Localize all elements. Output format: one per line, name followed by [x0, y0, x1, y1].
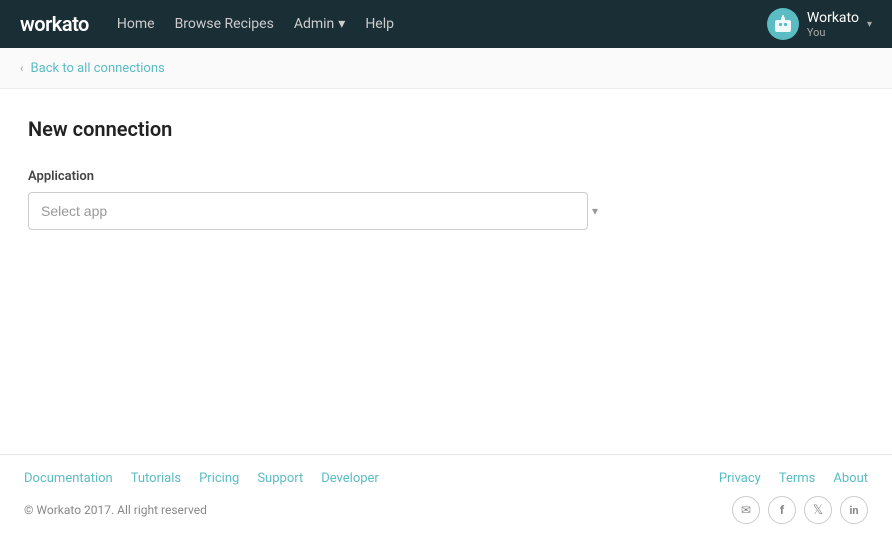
nav-home[interactable]: Home: [117, 16, 155, 32]
email-social-icon[interactable]: ✉: [732, 496, 760, 524]
application-label: Application: [28, 169, 608, 184]
social-icons: ✉ f 𝕏 in: [732, 496, 868, 524]
nav-admin[interactable]: Admin ▾: [294, 16, 345, 32]
user-avatar: [767, 8, 799, 40]
breadcrumb-arrow-icon: ‹: [20, 62, 23, 75]
footer-privacy-link[interactable]: Privacy: [719, 471, 761, 486]
nav-admin-label: Admin: [294, 16, 334, 32]
username-sub: You: [807, 26, 859, 39]
username: Workato: [807, 10, 859, 26]
app-select[interactable]: Select app: [28, 192, 588, 230]
footer-pricing-link[interactable]: Pricing: [199, 471, 239, 486]
footer: Documentation Tutorials Pricing Support …: [0, 454, 892, 540]
new-connection-form: Application Select app ▾: [28, 169, 608, 230]
footer-tutorials-link[interactable]: Tutorials: [131, 471, 181, 486]
nav-help[interactable]: Help: [365, 16, 394, 32]
footer-bottom: © Workato 2017. All right reserved ✉ f 𝕏…: [24, 496, 868, 524]
navbar-links: Home Browse Recipes Admin ▾ Help: [117, 16, 394, 32]
navbar-right: Workato You ▾: [767, 8, 872, 40]
app-select-wrapper: Select app ▾: [28, 192, 608, 230]
linkedin-social-icon[interactable]: in: [840, 496, 868, 524]
page-title: New connection: [28, 117, 864, 141]
select-arrow-icon: ▾: [592, 204, 598, 218]
navbar: workato Home Browse Recipes Admin ▾ Help: [0, 0, 892, 48]
footer-about-link[interactable]: About: [833, 471, 868, 486]
twitter-social-icon[interactable]: 𝕏: [804, 496, 832, 524]
footer-links-row: Documentation Tutorials Pricing Support …: [24, 471, 868, 486]
admin-chevron-icon: ▾: [338, 16, 345, 32]
footer-developer-link[interactable]: Developer: [321, 471, 379, 486]
nav-browse-recipes[interactable]: Browse Recipes: [175, 16, 274, 32]
footer-support-link[interactable]: Support: [257, 471, 303, 486]
breadcrumb-label: Back to all connections: [31, 61, 165, 76]
footer-documentation-link[interactable]: Documentation: [24, 471, 113, 486]
copyright-text: © Workato 2017. All right reserved: [24, 503, 207, 517]
footer-links-left: Documentation Tutorials Pricing Support …: [24, 471, 379, 486]
footer-links-right: Privacy Terms About: [719, 471, 868, 486]
main-content: New connection Application Select app ▾: [0, 89, 892, 454]
user-info: Workato You: [807, 10, 859, 39]
back-to-connections-link[interactable]: ‹ Back to all connections: [20, 61, 165, 76]
footer-terms-link[interactable]: Terms: [779, 471, 816, 486]
navbar-left: workato Home Browse Recipes Admin ▾ Help: [20, 12, 394, 36]
user-menu[interactable]: Workato You ▾: [767, 8, 872, 40]
breadcrumb-bar: ‹ Back to all connections: [0, 48, 892, 89]
user-chevron-icon: ▾: [867, 19, 872, 30]
workato-logo: workato: [20, 12, 89, 36]
facebook-social-icon[interactable]: f: [768, 496, 796, 524]
